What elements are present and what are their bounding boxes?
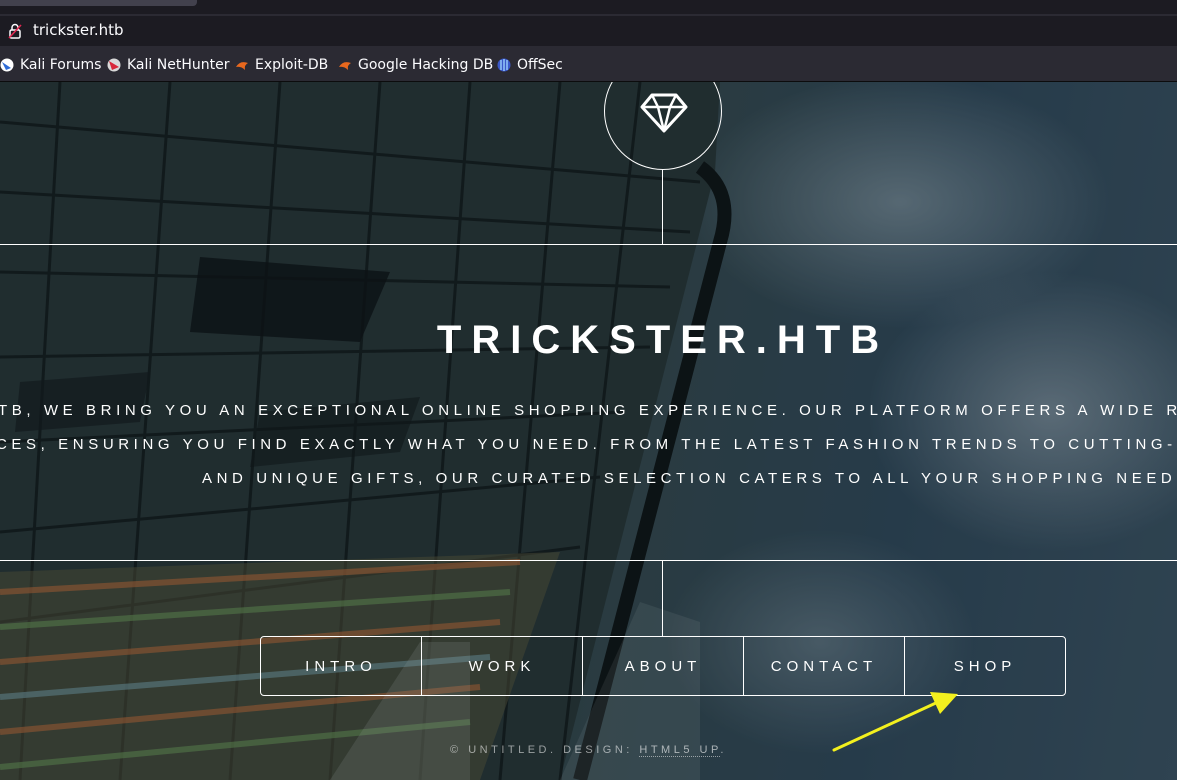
bookmark-kali-nethunter[interactable]: Kali NetHunter <box>107 56 229 74</box>
url-field[interactable] <box>0 16 1177 46</box>
exploit-db-icon <box>236 62 248 70</box>
kali-forums-icon <box>0 58 14 72</box>
url-bar: trickster.htb <box>0 14 1177 48</box>
bookmarks-toolbar: Kali Forums Kali NetHunter Exploit-DB Go… <box>0 48 1177 82</box>
header-connector-bottom <box>662 560 663 636</box>
active-tab[interactable] <box>0 0 197 6</box>
nav-about[interactable]: ABOUT <box>582 637 743 695</box>
footer-copyright: © UNTITLED. DESIGN: <box>450 744 640 756</box>
bookmark-kali-forums[interactable]: Kali Forums <box>0 56 101 74</box>
bookmark-label: OffSec <box>517 57 563 73</box>
page-viewport: TRICKSTER.HTB TB, WE BRING YOU AN EXCEPT… <box>0 82 1177 780</box>
header-connector-top <box>662 170 663 244</box>
intro-text-line-2: CES, ENSURING YOU FIND EXACTLY WHAT YOU … <box>0 436 1177 453</box>
footer-period: . <box>720 744 727 756</box>
bookmark-google-hacking-db[interactable]: Google Hacking DB <box>338 56 493 74</box>
annotation-arrow <box>832 692 958 752</box>
bookmark-label: Kali Forums <box>20 57 102 73</box>
header-rule-top <box>0 244 1177 245</box>
bookmark-offsec[interactable]: OffSec <box>497 56 563 74</box>
diamond-icon <box>640 93 688 133</box>
nav-work[interactable]: WORK <box>421 637 582 695</box>
footer-credit: © UNTITLED. DESIGN: HTML5 UP. <box>0 744 1177 757</box>
bookmark-label: Exploit-DB <box>255 57 329 73</box>
page-title: TRICKSTER.HTB <box>436 318 890 362</box>
insecure-lock-icon[interactable] <box>8 23 22 39</box>
footer-html5up-link[interactable]: HTML5 UP <box>639 744 721 757</box>
url-text[interactable]: trickster.htb <box>33 21 124 39</box>
tab-strip <box>0 0 1177 14</box>
kali-nethunter-icon <box>107 58 121 72</box>
offsec-icon <box>497 58 511 72</box>
google-hacking-db-icon <box>339 62 351 70</box>
header-rule-bottom <box>0 560 1177 561</box>
bookmark-label: Kali NetHunter <box>127 57 230 73</box>
bookmark-exploit-db[interactable]: Exploit-DB <box>235 56 328 74</box>
bookmark-label: Google Hacking DB <box>358 57 494 73</box>
nav-intro[interactable]: INTRO <box>261 637 421 695</box>
intro-text-line-1: TB, WE BRING YOU AN EXCEPTIONAL ONLINE S… <box>0 402 1177 419</box>
intro-text-line-3: AND UNIQUE GIFTS, OUR CURATED SELECTION … <box>202 470 1177 487</box>
